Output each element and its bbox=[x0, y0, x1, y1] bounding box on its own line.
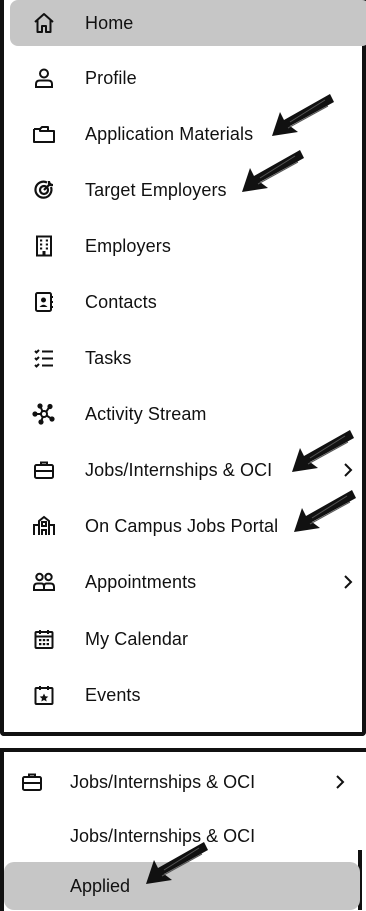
nav-item-label: Home bbox=[85, 12, 134, 33]
nav-item-label: On Campus Jobs Portal bbox=[85, 515, 279, 536]
annotation-arrow-icon bbox=[144, 840, 214, 888]
nav-item-appointments[interactable]: Appointments bbox=[10, 559, 366, 605]
submenu-parent-label: Jobs/Internships & OCI bbox=[70, 771, 256, 792]
nav-item-label: Tasks bbox=[85, 347, 132, 368]
nav-item-label: Appointments bbox=[85, 571, 197, 592]
campus-icon bbox=[32, 514, 56, 538]
annotation-arrow-icon bbox=[270, 92, 340, 140]
calendar-icon bbox=[32, 627, 56, 651]
submenu-panel: Jobs/Internships & OCI Jobs/Internships … bbox=[0, 748, 366, 911]
nav-item-label: Profile bbox=[85, 67, 137, 88]
nav-item-events[interactable]: Events bbox=[10, 672, 366, 718]
nav-item-target-employers[interactable]: Target Employers bbox=[10, 167, 366, 213]
submenu-parent-jobs-internships-oci[interactable]: Jobs/Internships & OCI bbox=[4, 758, 366, 806]
tasks-icon bbox=[32, 346, 56, 370]
activity-icon bbox=[32, 402, 56, 426]
nav-item-contacts[interactable]: Contacts bbox=[10, 279, 366, 325]
briefcase-icon bbox=[20, 770, 44, 794]
contact-card-icon bbox=[32, 290, 56, 314]
nav-item-label: My Calendar bbox=[85, 628, 189, 649]
event-star-icon bbox=[32, 683, 56, 707]
briefcase-icon bbox=[32, 458, 56, 482]
nav-item-label: Target Employers bbox=[85, 179, 227, 200]
nav-item-label: Contacts bbox=[85, 291, 157, 312]
nav-item-label: Application Materials bbox=[85, 123, 254, 144]
profile-icon bbox=[32, 66, 56, 90]
nav-item-tasks[interactable]: Tasks bbox=[10, 335, 366, 381]
annotation-arrow-icon bbox=[240, 148, 310, 196]
annotation-arrow-icon bbox=[292, 488, 362, 536]
nav-item-label: Jobs/Internships & OCI bbox=[85, 459, 273, 480]
home-icon bbox=[32, 11, 56, 35]
chevron-right-icon[interactable] bbox=[340, 574, 356, 590]
nav-item-employers[interactable]: Employers bbox=[10, 223, 366, 269]
target-icon bbox=[32, 178, 56, 202]
nav-item-label: Activity Stream bbox=[85, 403, 207, 424]
building-icon bbox=[32, 234, 56, 258]
people-icon bbox=[32, 570, 56, 594]
nav-item-label: Employers bbox=[85, 235, 171, 256]
sidebar-nav: Home Profile Application Materials Targe… bbox=[0, 0, 366, 736]
annotation-arrow-icon bbox=[290, 428, 360, 476]
nav-item-my-calendar[interactable]: My Calendar bbox=[10, 616, 366, 662]
nav-item-home[interactable]: Home bbox=[10, 0, 366, 46]
chevron-right-icon[interactable] bbox=[332, 774, 348, 790]
nav-item-label: Events bbox=[85, 684, 141, 705]
folder-icon bbox=[32, 122, 56, 146]
submenu-item-label: Applied bbox=[70, 875, 131, 896]
